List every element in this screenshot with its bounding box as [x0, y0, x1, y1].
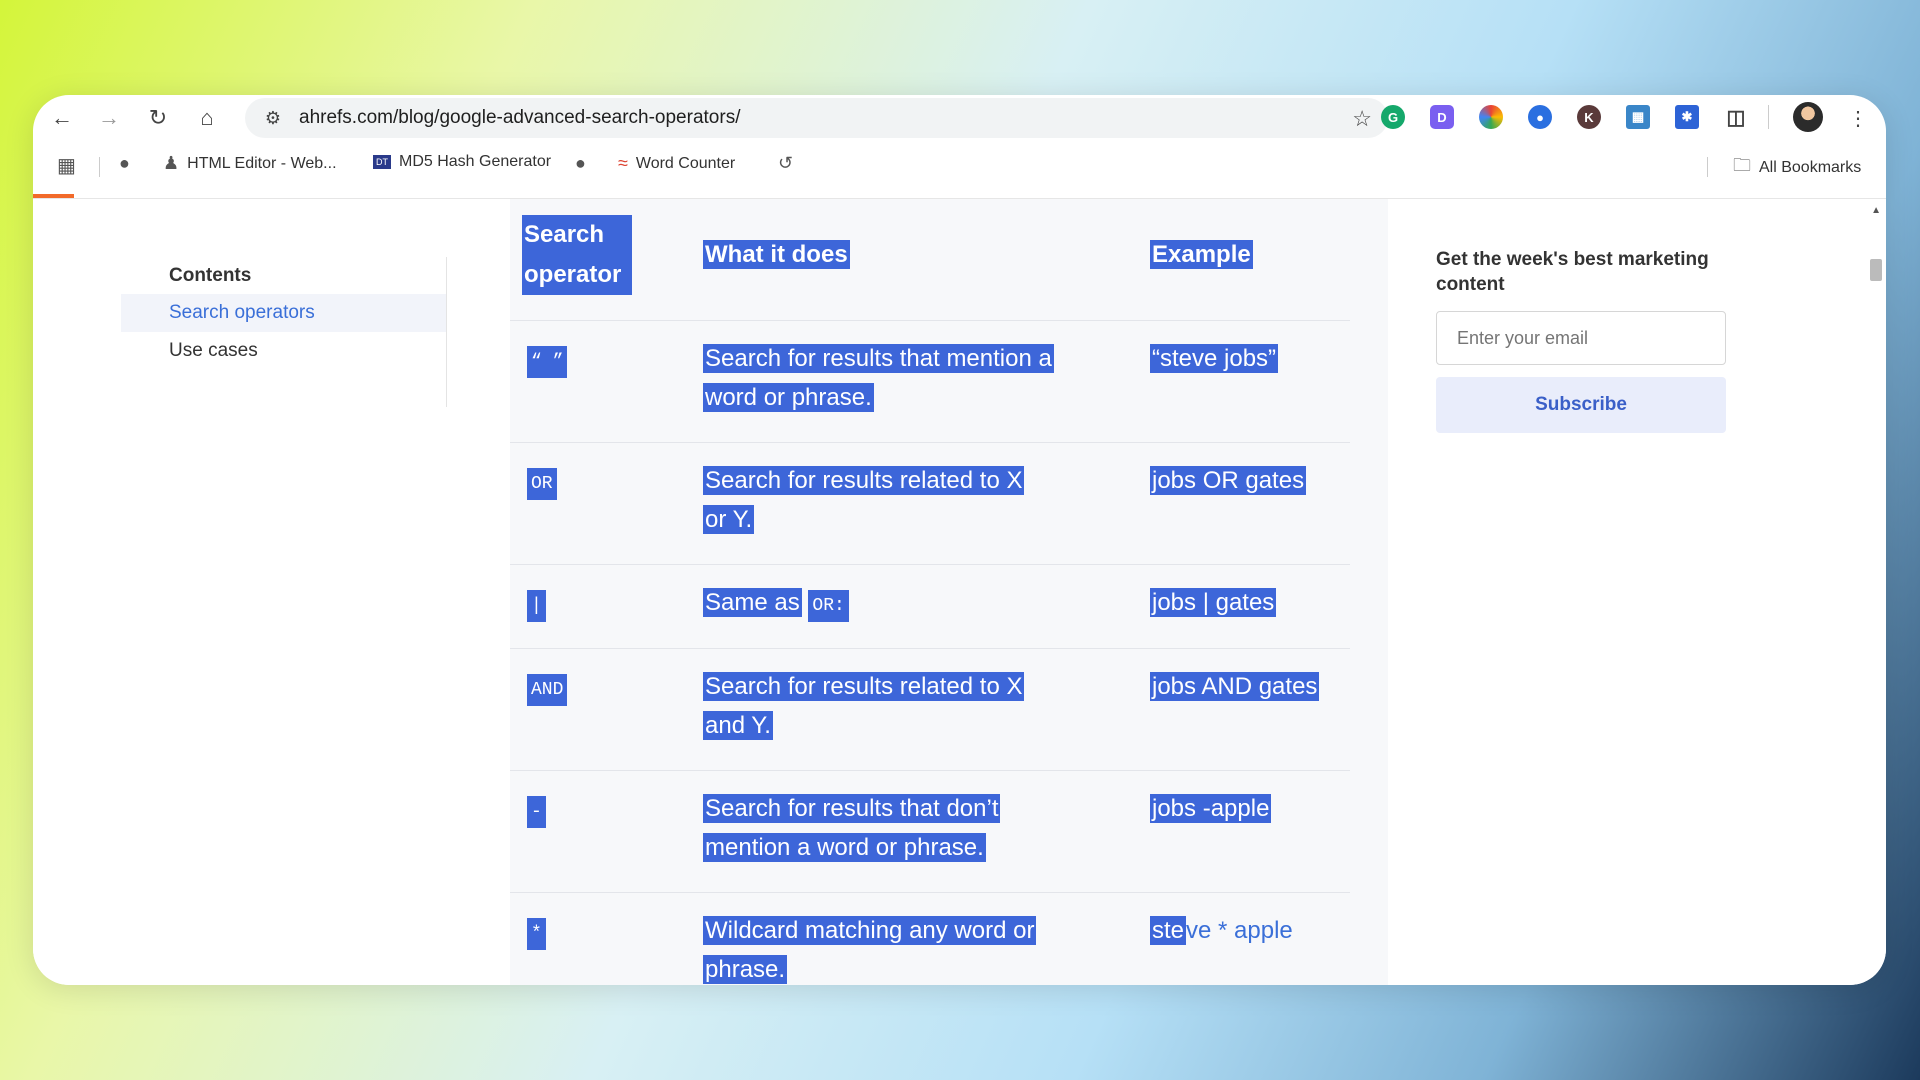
page-scrollbar[interactable]: ▲: [1866, 199, 1886, 985]
table-row-description: Search for results that mention a word o…: [703, 344, 1054, 412]
profile-avatar[interactable]: [1793, 102, 1823, 132]
table-row-description: Same as OR:: [703, 583, 849, 626]
address-bar[interactable]: ⚙ ahrefs.com/blog/google-advanced-search…: [245, 98, 1388, 138]
table-row-example: jobs OR gates: [1150, 466, 1307, 495]
puzzle-extension-icon[interactable]: ✱: [1675, 105, 1699, 129]
newsletter-signup: Get the week's best marketing content Su…: [1436, 247, 1736, 433]
globe-icon-2[interactable]: ●: [575, 153, 594, 174]
header-what-it-does: What it does: [703, 240, 850, 269]
home-icon[interactable]: ⌂: [190, 101, 224, 135]
scroll-thumb[interactable]: [1870, 259, 1882, 281]
subscribe-button[interactable]: Subscribe: [1436, 377, 1726, 433]
table-row-description: Search for results related to X and Y.: [703, 672, 1025, 740]
table-row-example: “steve jobs”: [1150, 344, 1279, 373]
site-info-icon[interactable]: ⚙: [255, 108, 291, 129]
table-row-operator: -: [527, 789, 546, 832]
url-text: ahrefs.com/blog/google-advanced-search-o…: [299, 107, 741, 128]
bookmark-word-counter[interactable]: ≈ Word Counter: [618, 153, 735, 174]
person-icon: ♟: [163, 153, 180, 173]
bookmark-html-editor[interactable]: ♟ HTML Editor - Web...: [163, 153, 337, 174]
apps-grid-icon[interactable]: ▦: [57, 153, 84, 178]
header-example: Example: [1150, 240, 1253, 269]
bookmark-md5-hash-generator[interactable]: DT MD5 Hash Generator: [373, 153, 551, 171]
menu-kebab-icon[interactable]: ⋮: [1841, 101, 1875, 135]
email-input[interactable]: [1436, 311, 1726, 365]
table-row-example: steve * apple: [1150, 916, 1293, 945]
bookmark-star-icon[interactable]: ☆: [1352, 106, 1372, 132]
forward-icon[interactable]: →: [92, 101, 126, 135]
header-search-operator: Search operator: [522, 215, 632, 295]
browser-toolbar: ← → ↻ ⌂ ⚙ ahrefs.com/blog/google-advance…: [33, 95, 1886, 140]
toc-item-search-operators[interactable]: Search operators: [121, 294, 446, 332]
page-content: Contents Search operators Use cases Sear…: [33, 199, 1886, 985]
globe-icon[interactable]: ●: [119, 153, 138, 174]
table-row-example: jobs AND gates: [1150, 672, 1320, 701]
dans-tools-icon: DT: [373, 155, 391, 169]
color-picker-icon[interactable]: [1479, 105, 1503, 129]
extensions-icon[interactable]: ◫: [1724, 105, 1748, 129]
back-icon[interactable]: ←: [45, 101, 79, 135]
k-extension-icon[interactable]: K: [1577, 105, 1601, 129]
screen-recorder-icon[interactable]: ●: [1528, 105, 1552, 129]
table-row-operator: “ ”: [527, 339, 568, 382]
reader-extension-icon[interactable]: ▦: [1626, 105, 1650, 129]
newsletter-title: Get the week's best marketing content: [1436, 249, 1709, 295]
folder-icon: 🗀: [1733, 155, 1751, 175]
table-row-operator: OR: [527, 461, 557, 504]
d-extension-icon[interactable]: D: [1430, 105, 1454, 129]
table-row-example: jobs | gates: [1150, 588, 1277, 617]
browser-window: ← → ↻ ⌂ ⚙ ahrefs.com/blog/google-advance…: [33, 95, 1886, 985]
history-icon[interactable]: ↺: [778, 153, 801, 174]
table-row-operator: AND: [527, 667, 568, 710]
table-row-operator: *: [527, 911, 546, 954]
grammarly-icon[interactable]: G: [1381, 105, 1405, 129]
table-row-operator: |: [527, 583, 546, 626]
reload-icon[interactable]: ↻: [141, 101, 175, 135]
bookmarks-bar: ▦ ● ♟ HTML Editor - Web... DT MD5 Hash G…: [33, 145, 1886, 185]
all-bookmarks-button[interactable]: 🗀 All Bookmarks: [1733, 153, 1861, 183]
toc-title: Contents: [169, 265, 252, 286]
toc-item-use-cases[interactable]: Use cases: [121, 332, 446, 370]
table-row-description: Wildcard matching any word or phrase.: [703, 916, 1037, 984]
table-row-description: Search for results that don’t mention a …: [703, 794, 1001, 862]
table-row-example: jobs -apple: [1150, 794, 1272, 823]
operators-table: Search operator What it does Example “ ”…: [510, 199, 1388, 985]
scroll-up-icon[interactable]: ▲: [1871, 205, 1881, 216]
word-counter-icon: ≈: [618, 153, 628, 173]
table-row-description: Search for results related to X or Y.: [703, 466, 1025, 534]
